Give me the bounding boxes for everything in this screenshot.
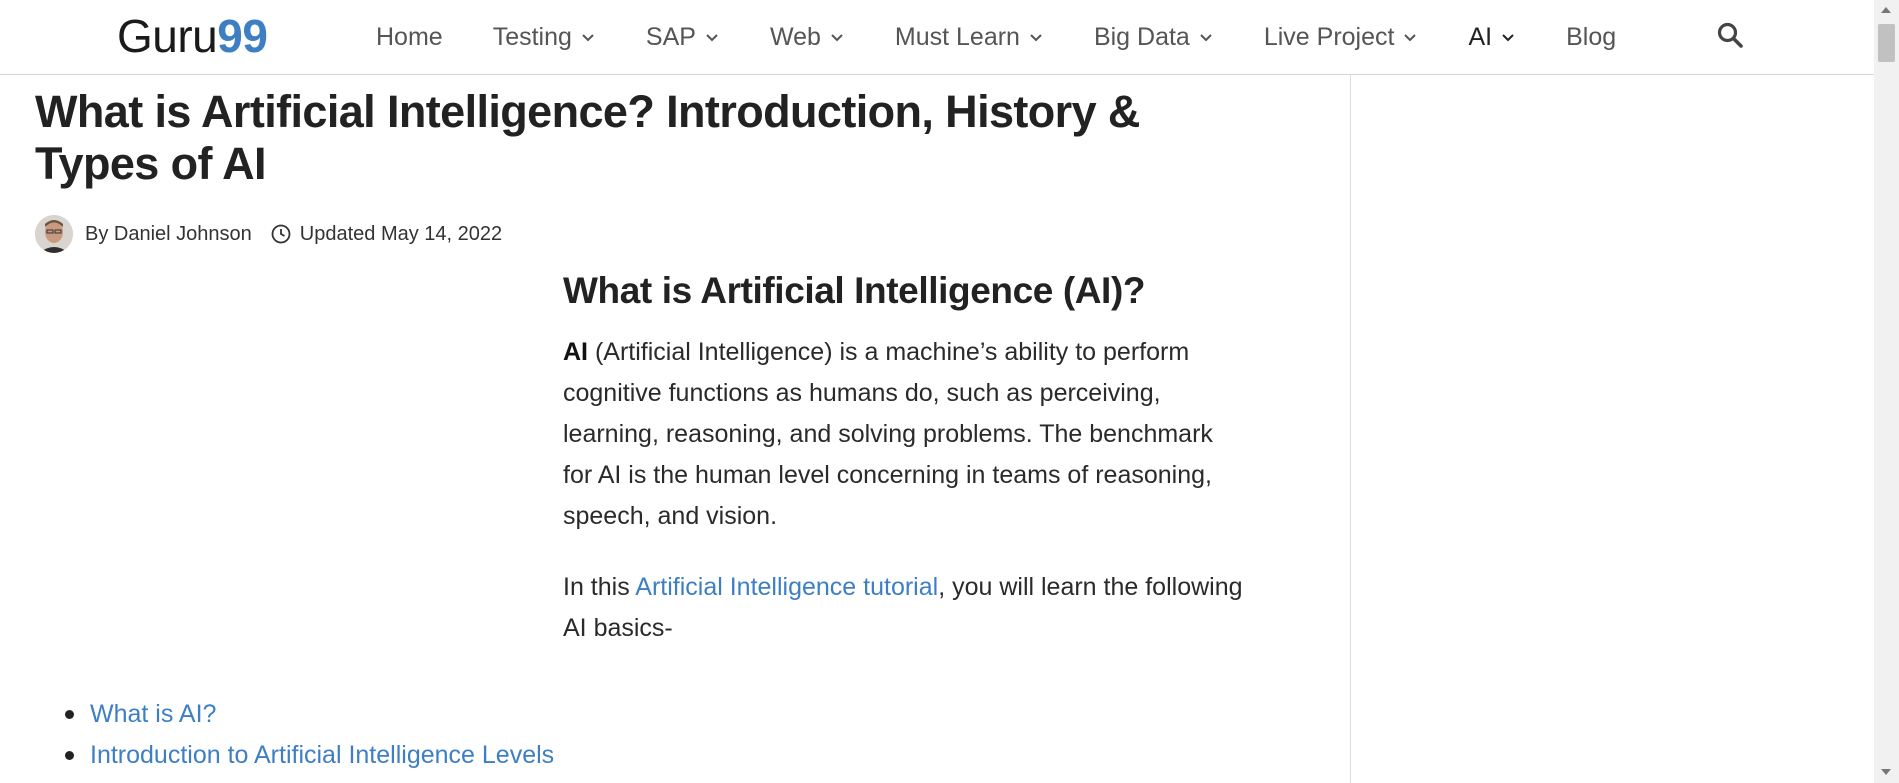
scroll-up-arrow-icon[interactable] [1881,7,1891,13]
toc-link-ai-levels[interactable]: Introduction to Artificial Intelligence … [90,741,554,769]
section-heading: What is Artificial Intelligence (AI)? [563,270,1146,311]
nav-item-testing[interactable]: Testing [493,0,596,74]
article-meta: By Daniel Johnson Updated May 14, 2022 [35,214,502,254]
nav-label: Big Data [1093,22,1190,51]
logo-text-99: 99 [217,10,268,62]
site-logo[interactable]: Guru99 [117,10,268,62]
chevron-down-icon [1402,29,1418,45]
nav-label: SAP [645,22,696,51]
nav-item-ai[interactable]: AI [1468,0,1516,74]
intro-text: (Artificial Intelligence) is a machine’s… [563,338,1213,530]
nav-label: Blog [1566,22,1617,51]
search-icon[interactable] [1716,21,1744,49]
scrollbar-thumb[interactable] [1878,24,1895,62]
tutorial-text-before: In this [563,573,636,601]
nav-label: Home [376,22,443,51]
nav-item-must-learn[interactable]: Must Learn [895,0,1044,74]
chevron-down-icon [1028,29,1044,45]
article-content: What is Artificial Intelligence (AI)? AI… [563,268,1243,679]
logo-text-guru: Guru [117,10,218,62]
chevron-down-icon [1500,29,1516,45]
intro-bold-term: AI [563,338,588,366]
nav-item-live-project[interactable]: Live Project [1264,0,1419,74]
nav-label: Live Project [1263,22,1395,51]
list-item: What is AI? [62,694,554,735]
table-of-contents: What is AI? Introduction to Artificial I… [62,694,554,776]
nav-item-sap[interactable]: SAP [646,0,720,74]
right-sidebar [1350,75,1875,783]
main-nav: Home Testing SAP Web Must Learn Big Data… [376,0,1666,74]
nav-item-web[interactable]: Web [770,0,845,74]
nav-item-blog[interactable]: Blog [1566,0,1616,74]
list-item: Introduction to Artificial Intelligence … [62,735,554,776]
author-prefix: By [85,222,109,245]
page-title: What is Artificial Intelligence? Introdu… [35,86,1140,189]
avatar[interactable] [35,215,73,253]
nav-label: Web [769,22,821,51]
chevron-down-icon [1198,29,1214,45]
site-header: Guru99 Home Testing SAP Web Must Learn B… [0,0,1874,75]
clock-icon [270,223,292,245]
nav-item-big-data[interactable]: Big Data [1094,0,1214,74]
tutorial-paragraph: In this Artificial Intelligence tutorial… [563,567,1243,649]
page-scrollbar[interactable] [1874,0,1899,783]
tutorial-link[interactable]: Artificial Intelligence tutorial [635,573,938,601]
nav-label: AI [1468,22,1493,51]
nav-label: Must Learn [894,22,1020,51]
nav-item-home[interactable]: Home [376,0,443,74]
author-name[interactable]: Daniel Johnson [114,223,252,246]
nav-label: Testing [492,22,572,51]
intro-paragraph: AI (Artificial Intelligence) is a machin… [563,332,1243,537]
chevron-down-icon [704,29,720,45]
toc-link-what-is-ai[interactable]: What is AI? [90,700,216,728]
updated-date: Updated May 14, 2022 [299,222,503,245]
scroll-down-arrow-icon[interactable] [1881,769,1891,775]
chevron-down-icon [829,29,845,45]
chevron-down-icon [580,29,596,45]
